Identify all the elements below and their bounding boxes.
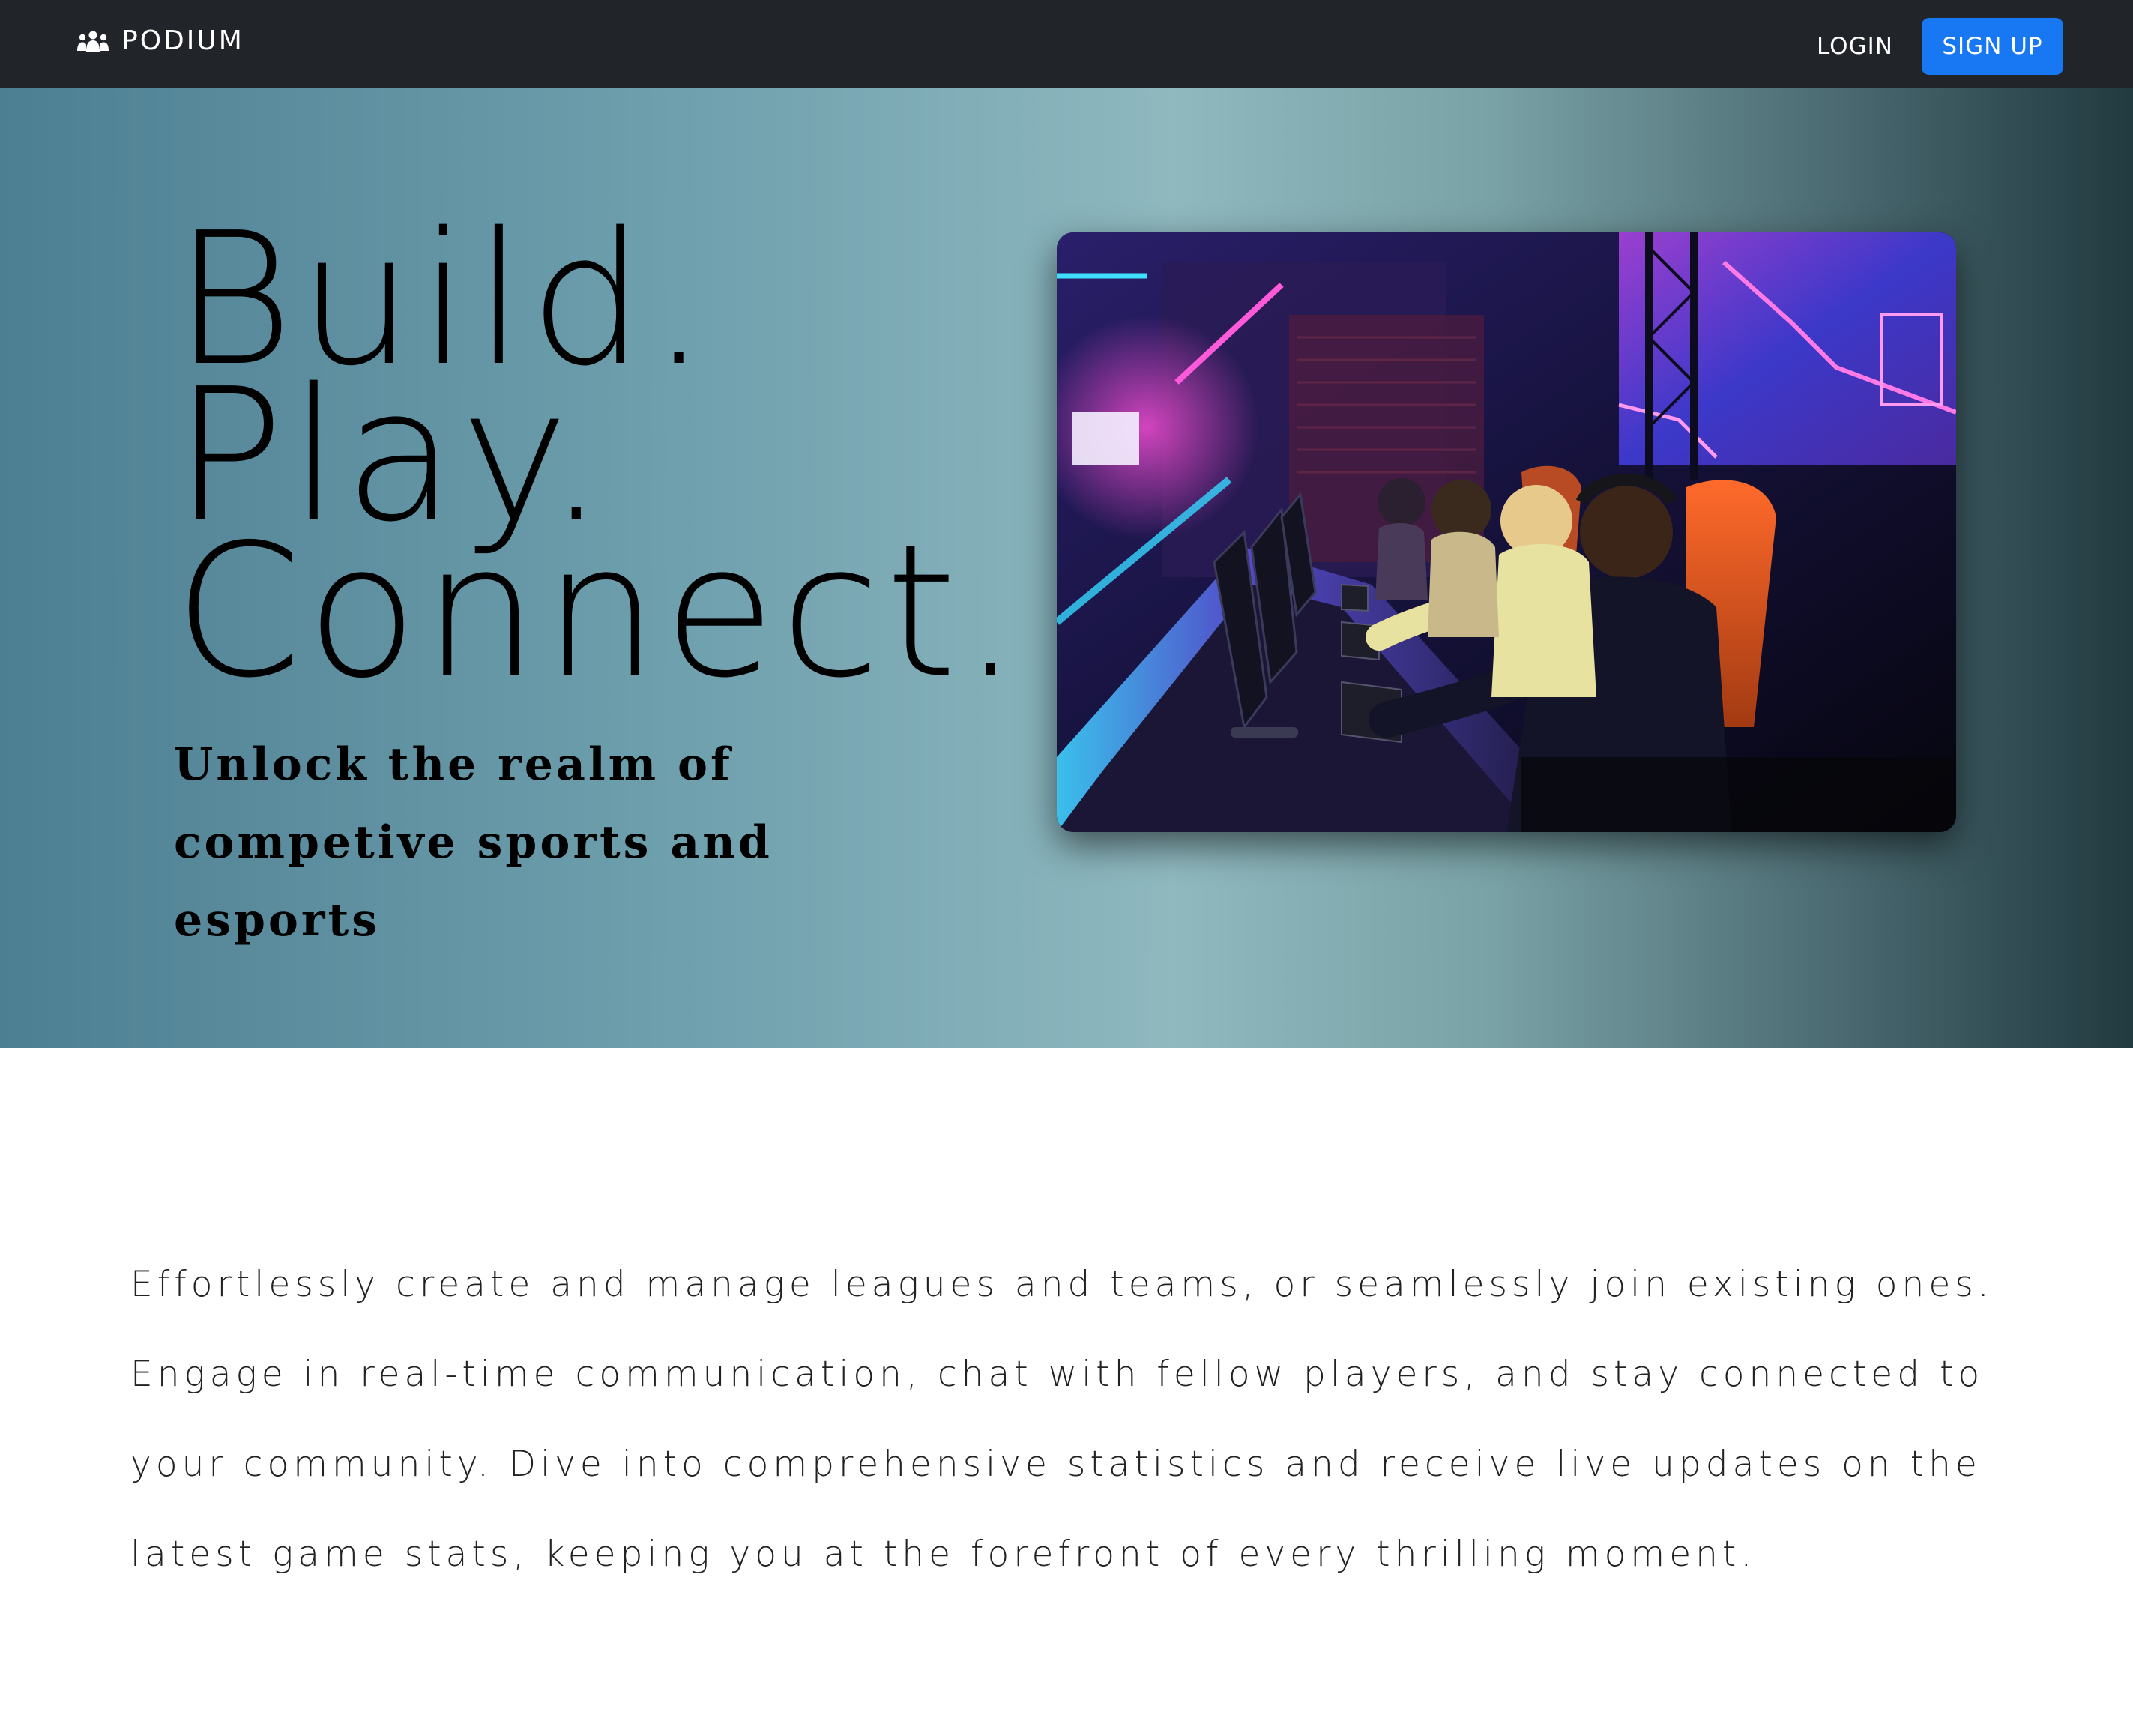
esports-arena-illustration [1057, 232, 1956, 832]
headline-line-connect: Connect. [174, 505, 1025, 718]
esports-arena-image [1057, 232, 1956, 832]
brand-name: PODIUM [121, 25, 244, 56]
hero-section: Build. Play. Connect. Unlock the realm o… [0, 88, 2133, 1048]
brand-logo-link[interactable]: PODIUM [76, 22, 244, 60]
login-link[interactable]: LOGIN [1817, 25, 1893, 67]
hero-headline: Build. Play. Connect. [174, 208, 1025, 718]
signup-button[interactable]: SIGN UP [1922, 18, 2063, 75]
people-group-icon [77, 31, 109, 52]
top-navbar: PODIUM LOGIN SIGN UP [0, 0, 2133, 88]
hero-tagline: Unlock the realm of competive sports and… [174, 738, 773, 947]
about-description: Effortlessly create and manage leagues a… [130, 1264, 1994, 1575]
